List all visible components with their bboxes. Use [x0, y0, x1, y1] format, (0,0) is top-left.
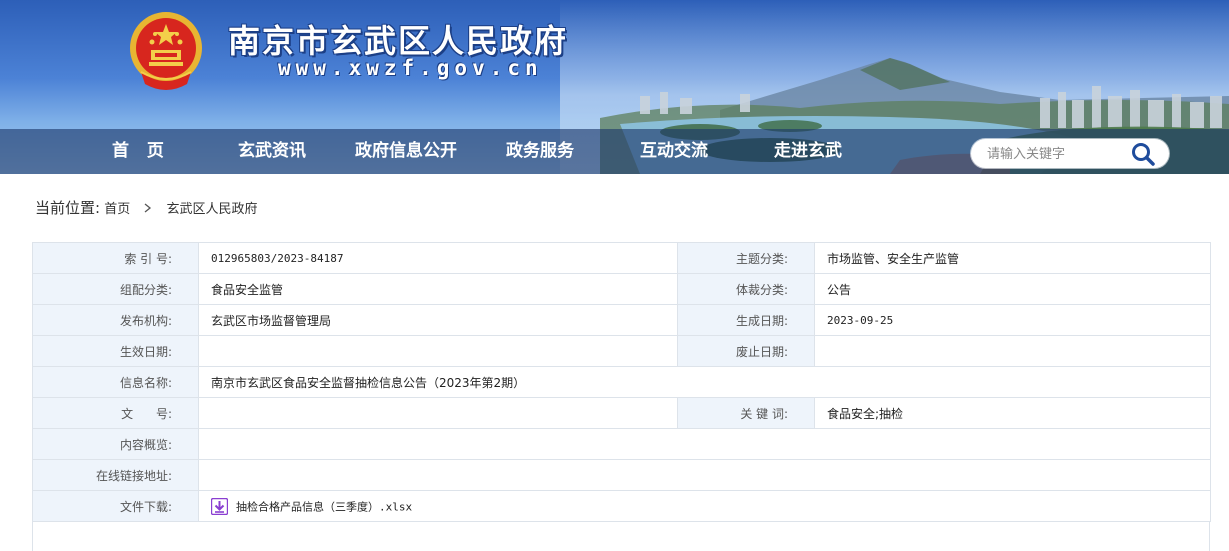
publisher-label: 发布机构:: [32, 304, 199, 336]
breadcrumb: 当前位置: 首页 玄武区人民政府: [35, 197, 258, 219]
national-emblem-icon: [130, 12, 202, 90]
nav-item-interaction[interactable]: 互动交流: [640, 129, 708, 174]
table-row: 索 引 号: 012965803/2023-84187 主题分类: 市场监管、安…: [32, 242, 1211, 274]
genre-label: 体裁分类:: [677, 273, 815, 305]
download-file-link[interactable]: 抽检合格产品信息（三季度）.xlsx: [236, 500, 412, 513]
breadcrumb-current[interactable]: 玄武区人民政府: [167, 202, 258, 217]
chevron-right-icon: [144, 199, 152, 221]
document-info-table: 索 引 号: 012965803/2023-84187 主题分类: 市场监管、安…: [32, 242, 1211, 522]
table-row: 发布机构: 玄武区市场监督管理局 生成日期: 2023-09-25: [32, 304, 1211, 336]
nav-item-home[interactable]: 首 页: [112, 129, 170, 174]
topic-label: 主题分类:: [677, 242, 815, 274]
info-name-label: 信息名称:: [32, 366, 199, 398]
nav-item-gov-info[interactable]: 政府信息公开: [355, 129, 457, 174]
table-row: 信息名称: 南京市玄武区食品安全监督抽检信息公告（2023年第2期）: [32, 366, 1211, 398]
breadcrumb-home-link[interactable]: 首页: [104, 202, 130, 217]
table-row: 内容概览:: [32, 428, 1211, 460]
abolish-date-value: [814, 335, 1211, 367]
index-no-value: 012965803/2023-84187: [198, 242, 678, 274]
created-date-value: 2023-09-25: [814, 304, 1211, 336]
download-icon[interactable]: [211, 497, 228, 515]
site-url: www.xwzf.gov.cn: [278, 56, 543, 80]
effective-date-label: 生效日期:: [32, 335, 199, 367]
summary-label: 内容概览:: [32, 428, 199, 460]
summary-value: [198, 428, 1211, 460]
table-row: 生效日期: 废止日期:: [32, 335, 1211, 367]
table-row: 在线链接地址:: [32, 459, 1211, 491]
search-icon[interactable]: [1129, 141, 1157, 166]
doc-no-label: 文 号:: [32, 397, 199, 429]
doc-no-value: [198, 397, 678, 429]
nav-item-about[interactable]: 走进玄武: [774, 129, 842, 174]
online-link-value: [198, 459, 1211, 491]
topic-value: 市场监管、安全生产监管: [814, 242, 1211, 274]
table-row: 组配分类: 食品安全监管 体裁分类: 公告: [32, 273, 1211, 305]
category-label: 组配分类:: [32, 273, 199, 305]
nav-item-gov-service[interactable]: 政务服务: [506, 129, 574, 174]
keywords-value: 食品安全;抽检: [814, 397, 1211, 429]
effective-date-value: [198, 335, 678, 367]
category-value: 食品安全监管: [198, 273, 678, 305]
publisher-value: 玄武区市场监督管理局: [198, 304, 678, 336]
search-input[interactable]: [985, 143, 1129, 166]
genre-value: 公告: [814, 273, 1211, 305]
download-label: 文件下载:: [32, 490, 199, 522]
search-box: [971, 139, 1169, 168]
nav-item-news[interactable]: 玄武资讯: [238, 129, 306, 174]
site-banner: 南京市玄武区人民政府 www.xwzf.gov.cn 首 页 玄武资讯 政府信息…: [0, 0, 1229, 174]
index-no-label: 索 引 号:: [32, 242, 199, 274]
info-name-value: 南京市玄武区食品安全监督抽检信息公告（2023年第2期）: [198, 366, 1211, 398]
table-row: 文件下载: 抽检合格产品信息（三季度）.xlsx: [32, 490, 1211, 522]
table-row: 文 号: 关 键 词: 食品安全;抽检: [32, 397, 1211, 429]
abolish-date-label: 废止日期:: [677, 335, 815, 367]
created-date-label: 生成日期:: [677, 304, 815, 336]
content-area-border: [32, 521, 1210, 551]
online-link-label: 在线链接地址:: [32, 459, 199, 491]
breadcrumb-label: 当前位置:: [35, 199, 101, 217]
download-cell: 抽检合格产品信息（三季度）.xlsx: [198, 490, 1211, 522]
keywords-label: 关 键 词:: [677, 397, 815, 429]
